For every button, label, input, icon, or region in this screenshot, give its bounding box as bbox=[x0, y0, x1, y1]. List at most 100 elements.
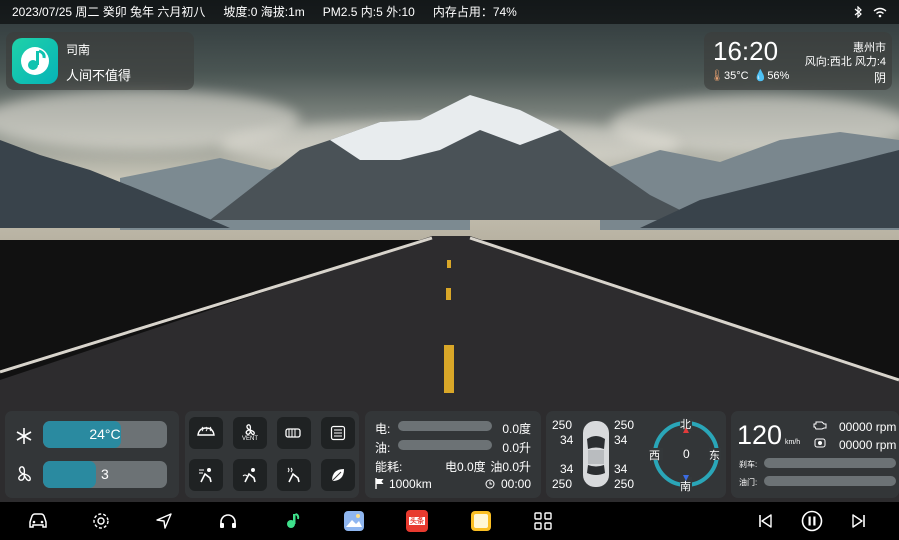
settings-list-button[interactable] bbox=[321, 417, 355, 449]
seat-wind-button[interactable] bbox=[189, 459, 223, 491]
consumption-fuel: 油0.0升 bbox=[490, 460, 531, 474]
throttle-bar bbox=[764, 476, 896, 486]
eco-leaf-icon bbox=[331, 469, 344, 482]
temperature-slider[interactable]: 24°C bbox=[43, 421, 167, 448]
consumption-label: 能耗: bbox=[375, 460, 403, 474]
fuel-value: 0.0升 bbox=[502, 441, 531, 455]
brake-bar bbox=[764, 458, 896, 468]
notes-app-icon bbox=[471, 511, 491, 531]
compass-north: 北 bbox=[680, 419, 691, 431]
car-defrost-button[interactable] bbox=[189, 417, 223, 449]
thermometer-icon: 🌡 bbox=[710, 70, 724, 82]
date-text: 2023/07/25 周二 癸卯 兔年 六月初八 bbox=[12, 5, 206, 19]
bluetooth-icon bbox=[854, 6, 862, 18]
music-app-icon bbox=[12, 38, 58, 84]
next-track-icon bbox=[852, 514, 865, 528]
flag-icon bbox=[375, 478, 384, 489]
settings-list-icon bbox=[330, 425, 346, 441]
fan-vent-icon bbox=[245, 424, 255, 436]
brake-label: 刹车: bbox=[739, 460, 758, 469]
energy-panel: 电: 0.0度 油: 0.0升 能耗: 电0.0度 油0.0升 1000km 0… bbox=[365, 411, 541, 498]
photos-app-button[interactable] bbox=[342, 509, 366, 533]
seat-heat-button[interactable] bbox=[277, 417, 311, 449]
navigation-icon bbox=[156, 513, 172, 529]
apps-grid-icon bbox=[534, 512, 552, 530]
tire-fl-temp: 34 bbox=[560, 433, 574, 447]
trip-distance: 1000km bbox=[389, 477, 432, 491]
weather-temperature: 35°C bbox=[723, 70, 749, 82]
tire-fr-temp: 34 bbox=[614, 433, 628, 447]
eco-mode-button[interactable] bbox=[321, 459, 355, 491]
news-app-button[interactable]: 头条 bbox=[405, 509, 429, 533]
wifi-icon bbox=[873, 7, 887, 17]
tire-rr-temp: 34 bbox=[614, 462, 628, 476]
electric-value: 0.0度 bbox=[502, 422, 531, 436]
throttle-label: 油门: bbox=[739, 478, 758, 487]
weather-wind: 风向:西北 风力:4 bbox=[804, 56, 886, 68]
music-artist: 司南 bbox=[66, 43, 91, 57]
seat-heating-button[interactable] bbox=[277, 459, 311, 491]
car-button[interactable] bbox=[26, 509, 50, 533]
weather-condition: 阴 bbox=[873, 71, 886, 85]
slope-altitude-text: 坡度:0 海拔:1m bbox=[223, 5, 305, 19]
compass-east: 东 bbox=[709, 450, 720, 462]
photos-app-icon bbox=[344, 511, 364, 531]
weather-widget[interactable]: 16:20 惠州市 风向:西北 风力:4 🌡35°C 💧56% 阴 bbox=[704, 32, 892, 90]
settings-button[interactable] bbox=[89, 509, 113, 533]
notes-app-button[interactable] bbox=[469, 509, 493, 533]
engine-icon bbox=[813, 421, 827, 430]
vent-button[interactable]: VENT bbox=[233, 417, 267, 449]
consumption-electric: 电0.0度 bbox=[445, 460, 486, 474]
rpm-value-2: 00000 rpm bbox=[839, 438, 897, 452]
snowflake-icon bbox=[16, 428, 32, 444]
car-icon bbox=[29, 513, 47, 528]
pause-button[interactable] bbox=[800, 509, 824, 533]
tire-rl-temp: 34 bbox=[560, 462, 574, 476]
memory-usage-text: 内存占用：74% bbox=[432, 5, 517, 19]
tire-fr-pressure: 250 bbox=[614, 418, 635, 432]
tire-fl-pressure: 250 bbox=[552, 418, 573, 432]
clock-time: 16:20 bbox=[713, 36, 779, 66]
seat-wind-icon bbox=[199, 468, 212, 483]
clock-icon bbox=[485, 479, 495, 489]
music-app-button[interactable] bbox=[280, 509, 304, 533]
speed-value: 120 bbox=[737, 420, 783, 450]
weather-temp-humidity: 🌡35°C 💧56% bbox=[710, 69, 789, 82]
seat-airflow-button[interactable] bbox=[233, 459, 267, 491]
previous-track-icon bbox=[759, 514, 772, 528]
navigation-button[interactable] bbox=[152, 509, 176, 533]
electric-label: 电: bbox=[375, 422, 391, 436]
speed-unit: km/h bbox=[785, 439, 801, 446]
next-track-button[interactable] bbox=[847, 509, 871, 533]
fuel-label: 油: bbox=[375, 441, 391, 455]
previous-track-button[interactable] bbox=[753, 509, 777, 533]
electric-bar bbox=[398, 421, 492, 431]
air-quality-text: PM2.5 内:5 外:10 bbox=[322, 5, 415, 19]
fan-speed-slider[interactable]: 3 bbox=[43, 461, 167, 488]
trip-duration: 00:00 bbox=[500, 477, 531, 491]
tire-rl-pressure: 250 bbox=[552, 477, 573, 491]
fuel-bar bbox=[398, 440, 492, 450]
music-app-icon bbox=[287, 513, 300, 528]
droplet-icon: 💧 bbox=[753, 70, 768, 82]
status-bar: 2023/07/25 周二 癸卯 兔年 六月初八 坡度:0 海拔:1m PM2.… bbox=[0, 0, 899, 24]
seat-heat-icon bbox=[285, 428, 301, 438]
car-defrost-icon bbox=[197, 426, 215, 436]
seat-heating-icon bbox=[287, 467, 300, 483]
apps-grid-button[interactable] bbox=[531, 509, 555, 533]
temperature-value: 24°C bbox=[89, 426, 121, 442]
headphones-button[interactable] bbox=[216, 509, 240, 533]
compass-south: 南 bbox=[680, 481, 691, 493]
climate-panel: 24°C 3 bbox=[5, 411, 179, 498]
rpm-value-1: 00000 rpm bbox=[839, 420, 897, 434]
music-title: 人间不值得 bbox=[66, 68, 132, 83]
climate-controls-panel: VENT bbox=[185, 411, 359, 498]
car-status-panel: 250 34 250 34 34 250 34 250 北 南 西 东 0 bbox=[546, 411, 726, 498]
news-app-label: 头条 bbox=[410, 518, 424, 525]
speed-panel: 120 km/h 00000 rpm 00000 rpm 刹车: 油门: bbox=[731, 411, 899, 498]
music-widget[interactable]: 司南 人间不值得 bbox=[6, 32, 194, 90]
motor-icon bbox=[814, 438, 826, 448]
compass-heading: 0 bbox=[683, 447, 690, 461]
headphones-icon bbox=[220, 514, 236, 528]
seat-airflow-icon bbox=[242, 468, 256, 483]
